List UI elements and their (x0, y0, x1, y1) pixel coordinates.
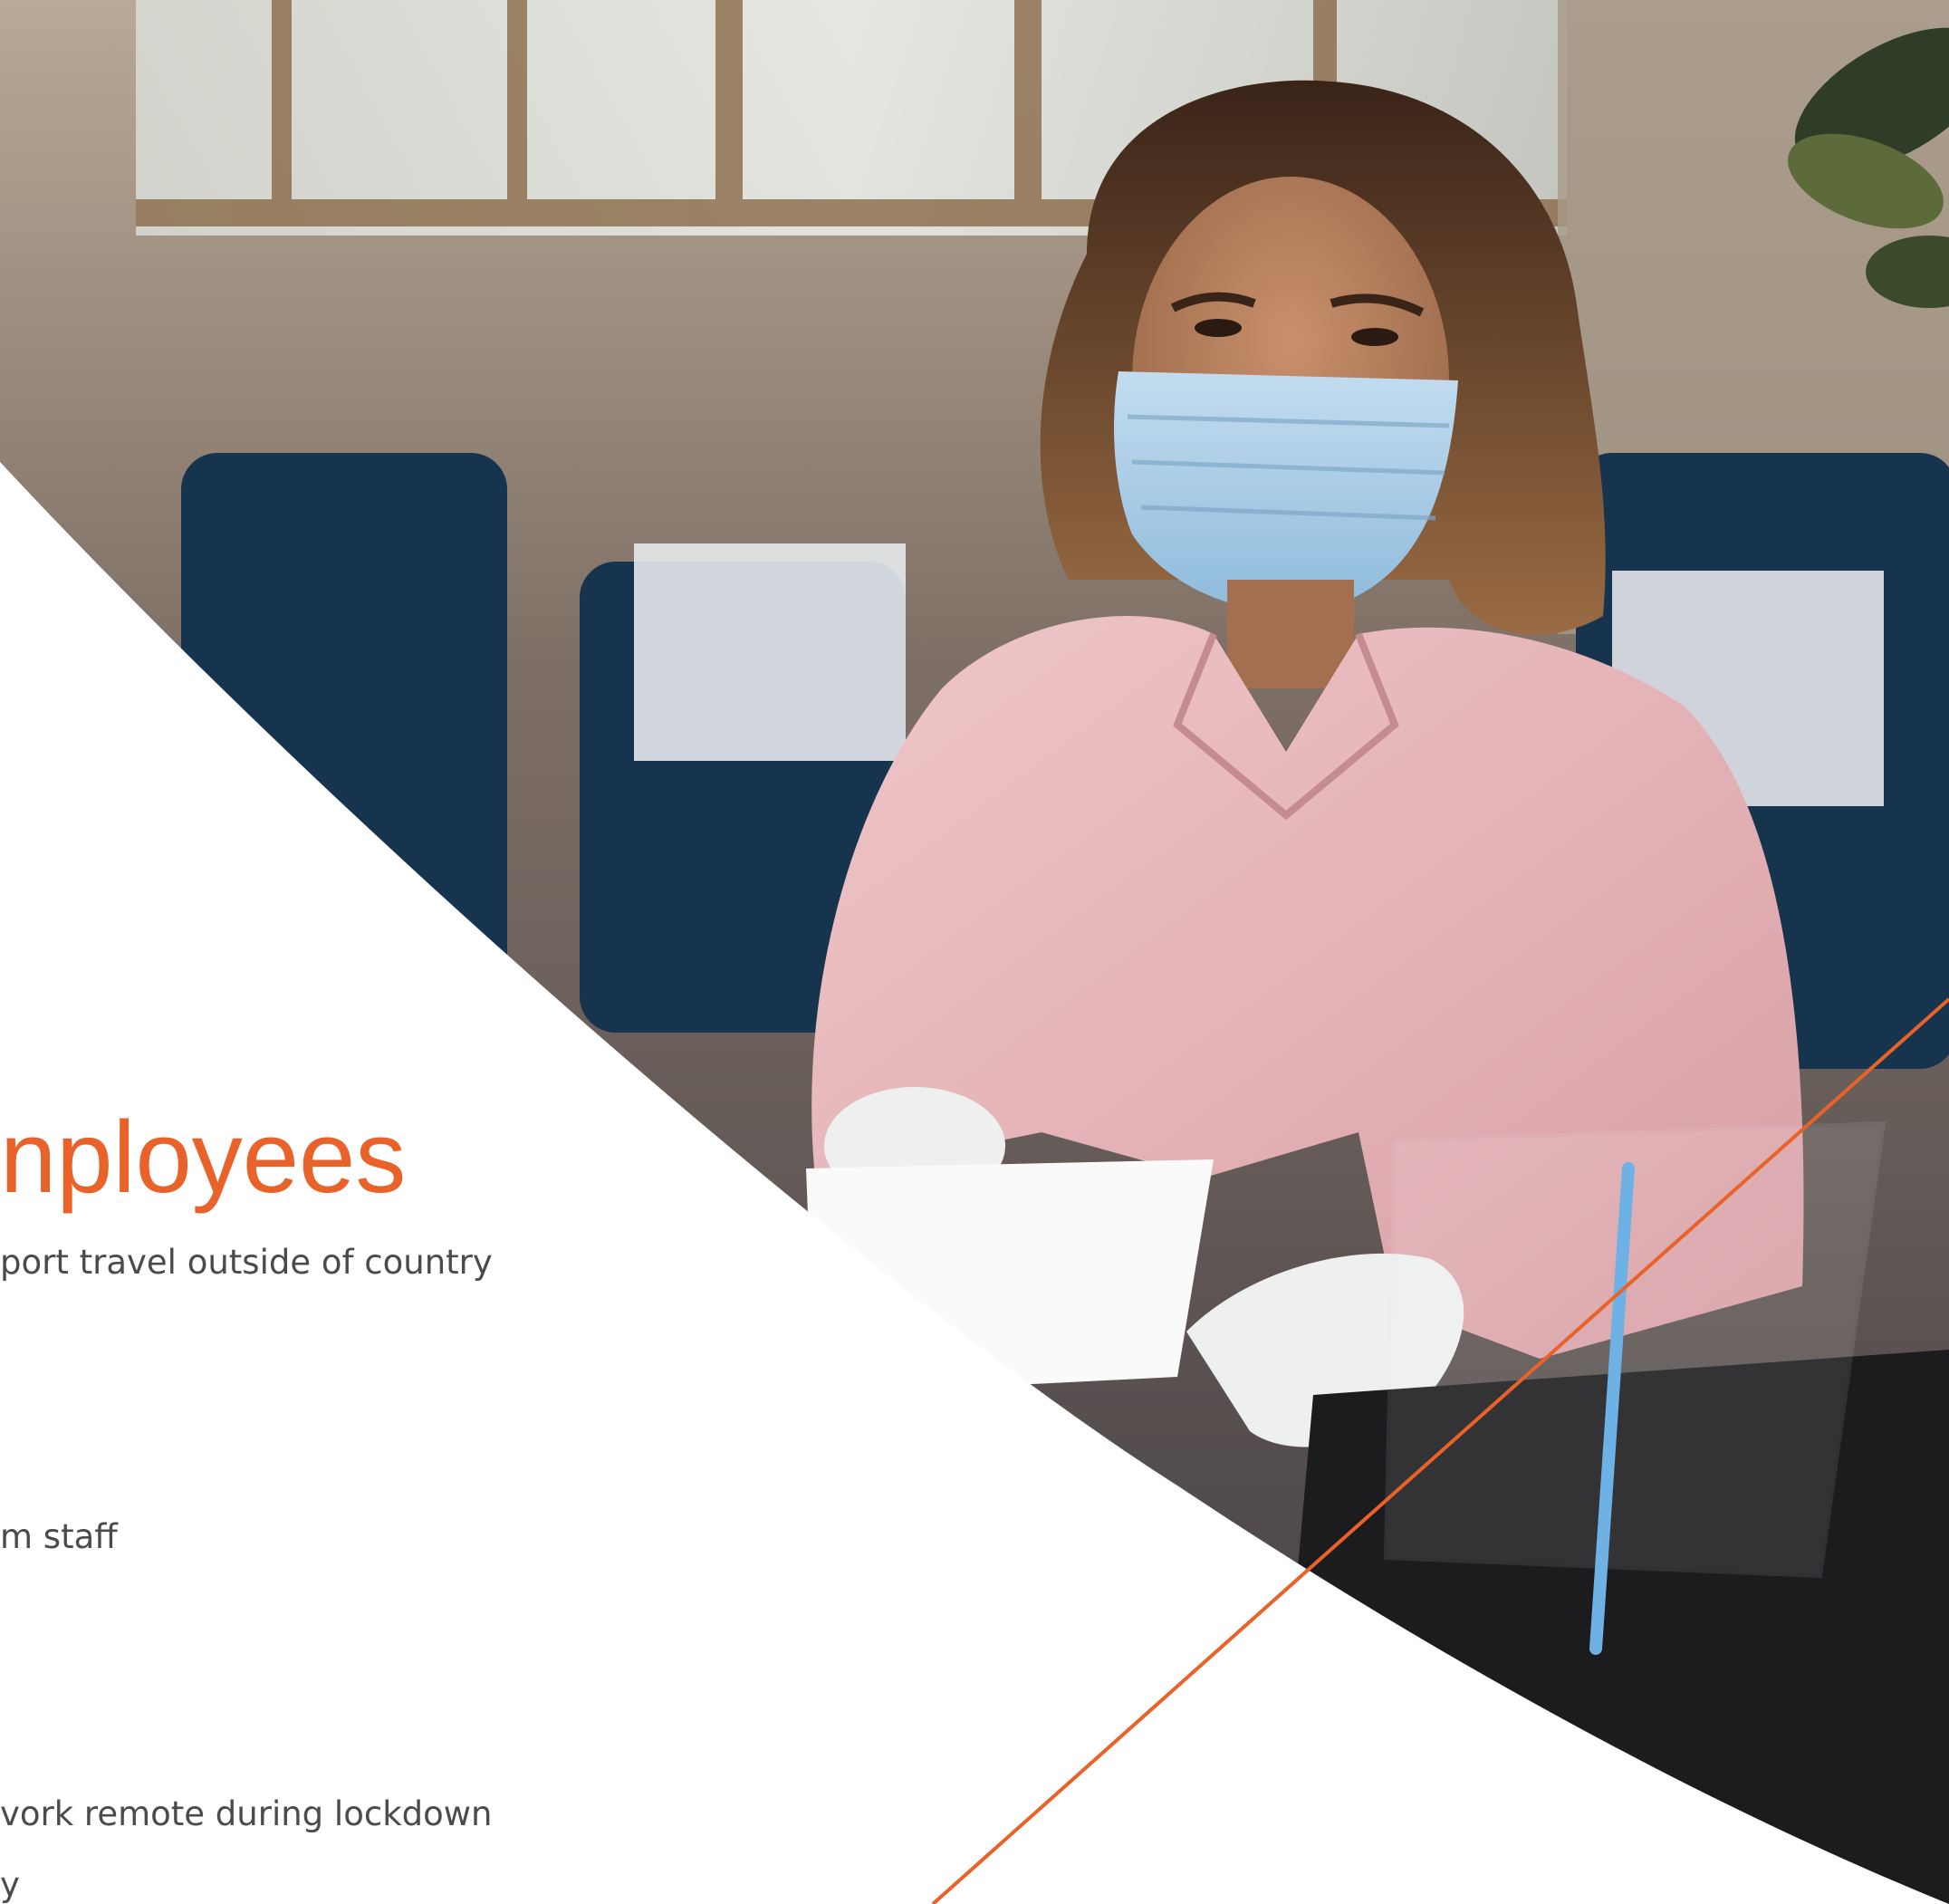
acrylic-screen (1383, 1120, 1887, 1579)
neck (1227, 580, 1354, 688)
bullet-line-tail: y (0, 1865, 20, 1904)
bullet-line-staff: m staff (0, 1517, 118, 1556)
bullet-line-remote: vork remote during lockdown (0, 1794, 493, 1833)
section-heading: nployees (0, 1101, 407, 1214)
bullet-line-travel: port travel outside of country (0, 1243, 493, 1282)
page: nployees port travel outside of country … (0, 0, 1949, 1904)
sign-paper-left (634, 543, 906, 761)
office-photo (0, 0, 1949, 1904)
